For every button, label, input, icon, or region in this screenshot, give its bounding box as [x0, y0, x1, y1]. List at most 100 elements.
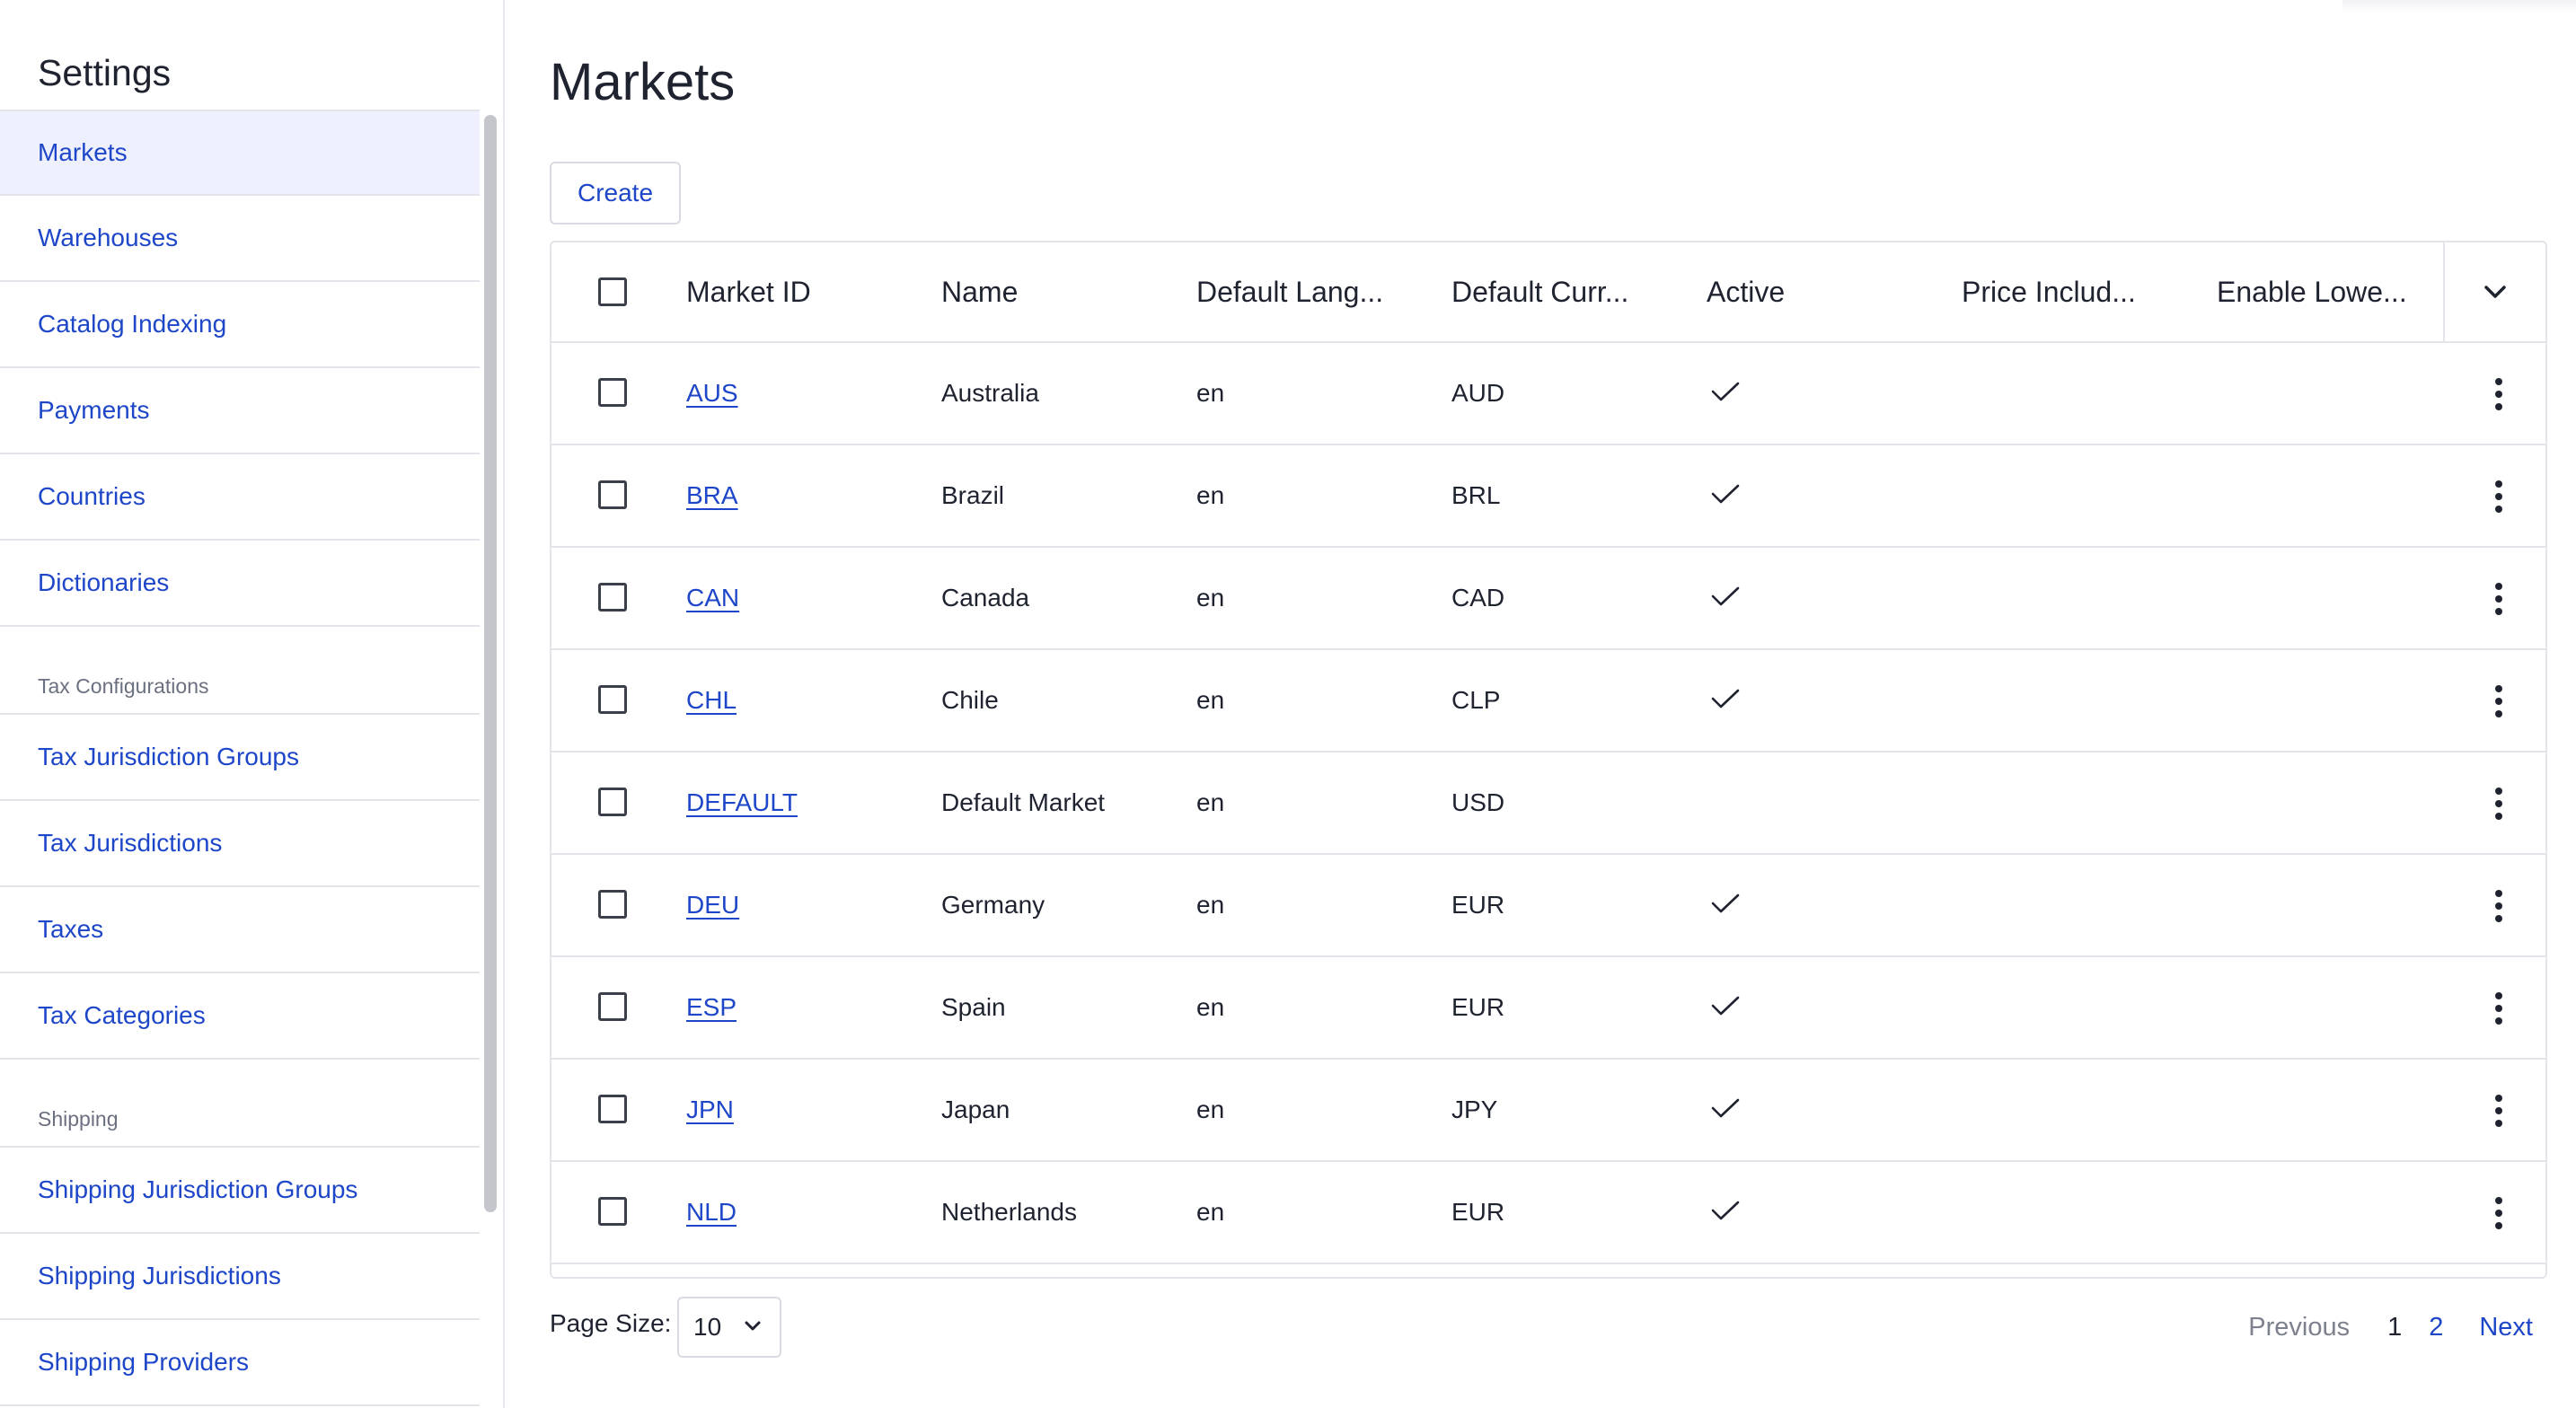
default-currency-cell: NOK — [1451, 1264, 1506, 1277]
sidebar-item-tax-categories[interactable]: Tax Categories — [0, 973, 480, 1060]
market-id-link[interactable]: DEFAULT — [686, 788, 798, 817]
default-language-cell: en — [1196, 445, 1224, 546]
sidebar-item-countries[interactable]: Countries — [0, 454, 480, 541]
market-id-link-cell: ESP — [686, 957, 737, 1058]
market-id-link[interactable]: BRA — [686, 481, 738, 510]
row-checkbox[interactable] — [598, 1197, 627, 1226]
sidebar-item-shipping-jurisdictions[interactable]: Shipping Jurisdictions — [0, 1234, 480, 1320]
table-row: AUS Australia en AUD — [551, 343, 2545, 445]
column-header-default-currency[interactable]: Default Curr... — [1451, 242, 1628, 341]
row-actions-button[interactable] — [2481, 374, 2517, 415]
row-checkbox[interactable] — [598, 992, 627, 1021]
row-actions-button[interactable] — [2481, 988, 2517, 1029]
default-currency-cell: CAD — [1451, 548, 1504, 648]
row-actions-button[interactable] — [2481, 681, 2517, 722]
sidebar-item-catalog-indexing[interactable]: Catalog Indexing — [0, 282, 480, 368]
pagination-next[interactable]: Next — [2479, 1313, 2533, 1342]
sidebar-item-tax-jurisdiction-groups[interactable]: Tax Jurisdiction Groups — [0, 715, 480, 801]
kebab-menu-icon — [2495, 788, 2502, 820]
checkmark-icon — [1711, 996, 1740, 1016]
checkmark-icon — [1711, 893, 1740, 913]
sidebar-item-warehouses[interactable]: Warehouses — [0, 196, 480, 282]
market-id-link[interactable]: ESP — [686, 993, 737, 1022]
column-header-enable-lowest[interactable]: Enable Lowe... — [2217, 242, 2407, 341]
row-checkbox[interactable] — [598, 788, 627, 816]
column-header-price-includes[interactable]: Price Includ... — [1962, 242, 2136, 341]
column-chooser-toggle[interactable] — [2443, 242, 2545, 341]
default-currency: AUD — [1451, 379, 1505, 407]
pagination-previous[interactable]: Previous — [2248, 1313, 2350, 1342]
kebab-menu-icon — [2495, 378, 2502, 410]
table-row: NLD Netherlands en EUR — [551, 1162, 2545, 1264]
market-id-link[interactable]: NLD — [686, 1198, 737, 1227]
market-id-link[interactable]: CAN — [686, 584, 739, 612]
row-actions-button[interactable] — [2481, 885, 2517, 927]
sidebar-item-tax-jurisdictions[interactable]: Tax Jurisdictions — [0, 801, 480, 887]
market-id-link[interactable]: CHL — [686, 686, 737, 715]
default-language-cell: en — [1196, 1162, 1224, 1263]
default-language-cell: en — [1196, 548, 1224, 648]
default-language-cell: en — [1196, 1060, 1224, 1160]
row-checkbox[interactable] — [598, 1095, 627, 1123]
main-content: Markets Create Market ID Name Default La… — [505, 0, 2576, 1408]
default-currency: CAD — [1451, 584, 1505, 612]
default-currency: JPY — [1451, 1096, 1498, 1123]
page-size-select[interactable]: 10 — [677, 1297, 781, 1358]
table-row: DEU Germany en EUR — [551, 855, 2545, 957]
pagination-page-1[interactable]: 1 — [2387, 1313, 2402, 1342]
default-language-cell: en — [1196, 343, 1224, 444]
market-name: Australia — [941, 379, 1039, 407]
sidebar-scrollbar-thumb[interactable] — [484, 115, 497, 1212]
market-id-link[interactable]: DEU — [686, 891, 739, 920]
default-currency-cell: EUR — [1451, 1162, 1504, 1263]
sidebar-section-tax-configurations: Tax Configurations — [0, 627, 480, 715]
sidebar-item-shipping-providers[interactable]: Shipping Providers — [0, 1320, 480, 1406]
row-checkbox[interactable] — [598, 378, 627, 407]
row-checkbox[interactable] — [598, 685, 627, 714]
default-language-cell: en — [1196, 650, 1224, 751]
sidebar-title: Settings — [38, 52, 172, 93]
market-name-cell: Brazil — [941, 445, 1004, 546]
kebab-menu-icon — [2495, 890, 2502, 922]
row-checkbox[interactable] — [598, 583, 627, 612]
table-row: ESP Spain en EUR — [551, 957, 2545, 1060]
market-id-link-cell: NLD — [686, 1162, 737, 1263]
sidebar-item-shipping-jurisdiction-groups[interactable]: Shipping Jurisdiction Groups — [0, 1148, 480, 1234]
default-language: en — [1196, 584, 1225, 612]
market-id-link[interactable]: JPN — [686, 1096, 734, 1124]
select-all-checkbox[interactable] — [598, 277, 627, 306]
column-header-active[interactable]: Active — [1707, 242, 1785, 341]
sidebar-item-taxes[interactable]: Taxes — [0, 887, 480, 973]
market-id-link-cell: DEFAULT — [686, 752, 798, 853]
default-currency: USD — [1451, 788, 1505, 816]
row-actions-button[interactable] — [2481, 1090, 2517, 1131]
page-size-value: 10 — [693, 1313, 722, 1341]
sidebar-item-dictionaries[interactable]: Dictionaries — [0, 541, 480, 627]
column-header-market-id[interactable]: Market ID — [686, 242, 811, 341]
column-header-name[interactable]: Name — [941, 242, 1018, 341]
create-button[interactable]: Create — [550, 162, 681, 224]
row-actions-button[interactable] — [2481, 476, 2517, 517]
column-header-default-language[interactable]: Default Lang... — [1196, 242, 1383, 341]
market-name: Chile — [941, 686, 999, 714]
table-row: CAN Canada en CAD — [551, 548, 2545, 650]
default-currency: EUR — [1451, 891, 1505, 919]
pagination-page-2[interactable]: 2 — [2429, 1313, 2443, 1342]
row-checkbox[interactable] — [598, 890, 627, 919]
row-actions-button[interactable] — [2481, 578, 2517, 620]
checkmark-icon — [1711, 382, 1740, 401]
market-name-cell: Spain — [941, 957, 1006, 1058]
default-language: en — [1196, 686, 1225, 714]
default-language: en — [1196, 1198, 1225, 1226]
row-actions-button[interactable] — [2481, 783, 2517, 824]
sidebar-item-markets[interactable]: Markets — [0, 110, 480, 196]
checkmark-icon — [1711, 484, 1740, 504]
row-checkbox[interactable] — [598, 480, 627, 509]
market-id-link[interactable]: AUS — [686, 379, 738, 408]
row-actions-button[interactable] — [2481, 1192, 2517, 1234]
table-row: DEFAULT Default Market en USD — [551, 752, 2545, 855]
market-id-link-cell: JPN — [686, 1060, 734, 1160]
sidebar-item-payments[interactable]: Payments — [0, 368, 480, 454]
market-id-link-cell: DEU — [686, 855, 739, 955]
default-language: en — [1196, 379, 1225, 407]
